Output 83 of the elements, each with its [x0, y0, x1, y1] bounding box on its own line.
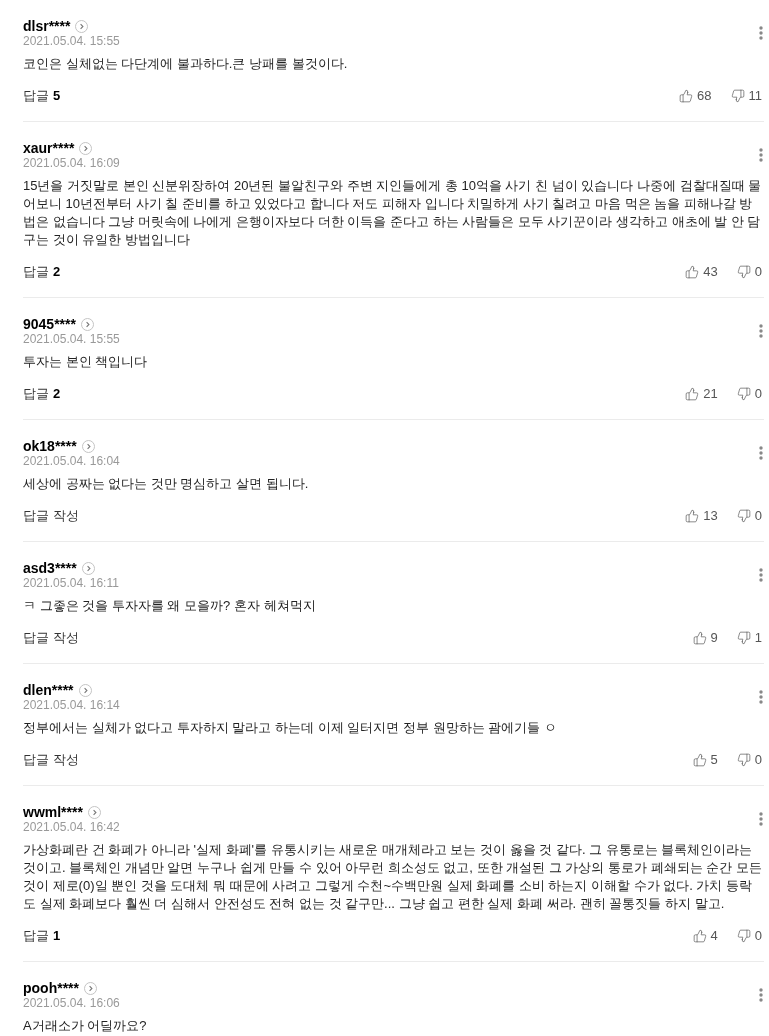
reply-button[interactable]: 답글 5 [23, 86, 61, 106]
chevron-circle-icon[interactable] [84, 981, 97, 995]
comment-text: A거래소가 어딜까요? [23, 1017, 148, 1035]
dislike-button[interactable]: 0 [736, 506, 762, 526]
chevron-circle-icon[interactable] [80, 317, 94, 331]
reply-button[interactable]: 답글 1 [23, 926, 61, 946]
username: 9045**** [23, 316, 76, 332]
more-options-button[interactable] [759, 568, 764, 582]
comment-text: 정부에서는 실체가 없다고 투자하지 말라고 하는데 이제 일터지면 정부 원망하는 괌에기들 ㅇ [23, 719, 558, 737]
vertical-dots-icon [759, 148, 763, 162]
reply-button[interactable]: 답글 2 [23, 262, 61, 282]
like-button[interactable]: 13 [685, 506, 718, 526]
vertical-dots-icon [759, 812, 763, 826]
thumbs-down-icon [736, 929, 751, 943]
thumbs-up-icon [685, 387, 700, 401]
like-button[interactable]: 43 [685, 262, 718, 282]
thumbs-down-icon [736, 265, 751, 279]
dislike-button[interactable]: 0 [736, 750, 762, 770]
comment-date: 2021.05.04. 16:06 [23, 996, 120, 1010]
comment-text: 가상화폐란 건 화폐가 아니라 '실제 화폐'를 유통시키는 새로운 매개체라고 보는 것이 옳을 것 같다. 그 유통로는 블록체인이라는 것이고. 블록체인 개념만 알면 누구나 쉽게 만들 수 있어 아무런 희소성도 없고, 또한 개설된 그 가상의 통로가 폐쇄되는 순간 모든 것이 제로(0)일 뿐인 것을 도대체 뭐 때문에 사려고 그렇게 수천~수백만원 실제 화폐를 소비 하는지 이해할 수가 없다. 가치 등락도 실제 화폐보다 훨씬 더 심해서 안전성도 전혀 없는 것 같구만... 그냥 쉽고 편한 실제 화폐 써라. 괜히 꼴통짓들 하지 말고. [23, 841, 763, 913]
thumbs-up-icon [685, 509, 700, 523]
username: dlen**** [23, 682, 74, 698]
more-options-button[interactable] [759, 988, 764, 1002]
comment-date: 2021.05.04. 16:11 [23, 576, 119, 590]
chevron-circle-icon[interactable] [81, 561, 95, 575]
chevron-circle-icon[interactable] [87, 805, 101, 819]
thumbs-up-icon [685, 265, 700, 279]
thumbs-up-icon [692, 631, 707, 645]
username: xaur**** [23, 140, 75, 156]
username: asd3**** [23, 560, 77, 576]
like-button[interactable]: 21 [685, 384, 718, 404]
more-options-button[interactable] [759, 26, 764, 40]
reply-button[interactable]: 답글 작성 [23, 628, 79, 648]
dislike-button[interactable]: 0 [736, 262, 762, 282]
comment-text: 코인은 실체없는 다단계에 불과하다.큰 낭패를 볼것이다. [23, 55, 349, 73]
dislike-button[interactable]: 0 [736, 926, 762, 946]
comment-text: 15년을 거짓말로 본인 신분위장하여 20년된 불알친구와 주변 지인들에게 총 10억을 사기 친 넘이 있습니다 나중에 검찰대질때 물어보니 10년전부터 사기 칠 준비를 하고 있었다고 합니다 저도 피해자 입니다 치밀하게 사기 칠려고 마음 먹은 놈을 피해나갈 방법은 없습니다 그냥 머릿속에 나에게 은행이자보다 더한 이득을 준다고 하는 사람들은 모두 사기꾼이라 생각하고 애초에 발 안 담구는 것이 유일한 방법입니다 [23, 177, 763, 249]
chevron-circle-icon[interactable] [78, 683, 92, 697]
thumbs-down-icon [736, 631, 751, 645]
chevron-circle-icon[interactable] [81, 439, 95, 453]
reply-button[interactable]: 답글 작성 [23, 506, 79, 526]
chevron-circle-icon[interactable] [79, 141, 93, 155]
like-button[interactable]: 9 [692, 628, 718, 648]
comment-date: 2021.05.04. 16:42 [23, 820, 120, 834]
thumbs-down-icon [736, 753, 751, 767]
vertical-dots-icon [759, 568, 763, 582]
more-options-button[interactable] [759, 148, 764, 162]
comment-text: 세상에 공짜는 없다는 것만 명심하고 살면 됩니다. [23, 475, 310, 493]
more-options-button[interactable] [759, 690, 764, 704]
username: wwml**** [23, 804, 83, 820]
reply-button[interactable]: 답글 2 [23, 384, 61, 404]
thumbs-up-icon [692, 753, 707, 767]
dislike-button[interactable]: 11 [730, 86, 762, 106]
comment-date: 2021.05.04. 16:09 [23, 156, 120, 170]
thumbs-down-icon [736, 387, 751, 401]
like-button[interactable]: 5 [692, 750, 718, 770]
comment-text: ㅋ 그좋은 것을 투자자를 왜 모을까? 혼자 헤쳐먹지 [23, 597, 317, 615]
comment-date: 2021.05.04. 15:55 [23, 34, 120, 48]
thumbs-down-icon [730, 89, 745, 103]
username: pooh**** [23, 980, 79, 996]
more-options-button[interactable] [759, 812, 764, 826]
username: dlsr**** [23, 18, 71, 34]
dislike-button[interactable]: 0 [736, 384, 762, 404]
comment-date: 2021.05.04. 15:55 [23, 332, 120, 346]
vertical-dots-icon [759, 446, 763, 460]
thumbs-up-icon [679, 89, 694, 103]
dislike-button[interactable]: 1 [736, 628, 762, 648]
thumbs-up-icon [692, 929, 707, 943]
chevron-circle-icon[interactable] [75, 19, 89, 33]
username: ok18**** [23, 438, 77, 454]
more-options-button[interactable] [759, 324, 764, 338]
comment-date: 2021.05.04. 16:14 [23, 698, 120, 712]
vertical-dots-icon [759, 690, 763, 704]
comment-date: 2021.05.04. 16:04 [23, 454, 120, 468]
vertical-dots-icon [759, 988, 763, 1002]
more-options-button[interactable] [759, 446, 764, 460]
vertical-dots-icon [759, 324, 763, 338]
like-button[interactable]: 4 [692, 926, 718, 946]
like-button[interactable]: 68 [679, 86, 712, 106]
reply-button[interactable]: 답글 작성 [23, 750, 79, 770]
comment-text: 투자는 본인 책입니다 [23, 353, 149, 371]
thumbs-down-icon [736, 509, 751, 523]
vertical-dots-icon [759, 26, 763, 40]
